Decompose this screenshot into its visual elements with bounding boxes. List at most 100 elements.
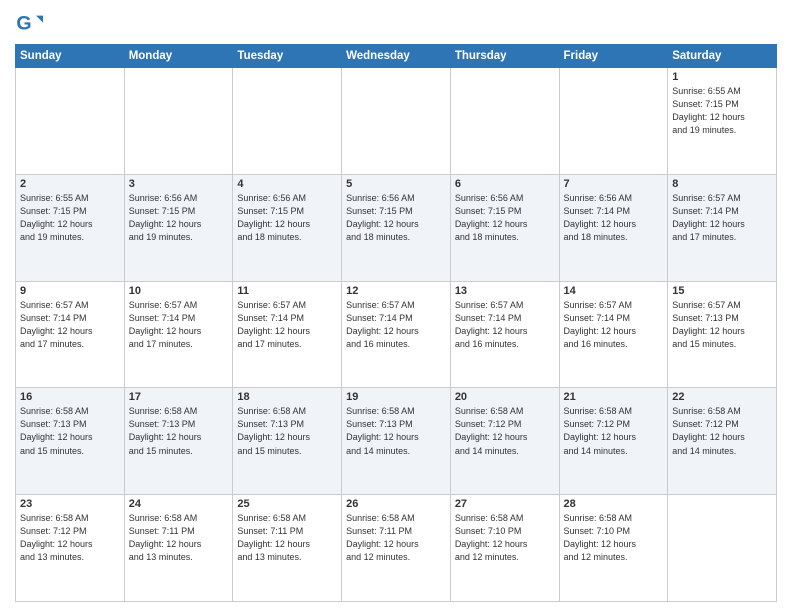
calendar-cell: 19 Sunrise: 6:58 AM Sunset: 7:13 PM Dayli… xyxy=(342,388,451,495)
day-info: Sunrise: 6:58 AM Sunset: 7:11 PM Dayligh… xyxy=(129,512,229,564)
day-info: Sunrise: 6:58 AM Sunset: 7:12 PM Dayligh… xyxy=(455,405,555,457)
day-info: Sunrise: 6:57 AM Sunset: 7:14 PM Dayligh… xyxy=(455,299,555,351)
calendar-cell: 1 Sunrise: 6:55 AM Sunset: 7:15 PM Daylig… xyxy=(668,68,777,175)
calendar-cell: 3 Sunrise: 6:56 AM Sunset: 7:15 PM Daylig… xyxy=(124,174,233,281)
calendar-cell: 6 Sunrise: 6:56 AM Sunset: 7:15 PM Daylig… xyxy=(450,174,559,281)
day-info: Sunrise: 6:56 AM Sunset: 7:14 PM Dayligh… xyxy=(564,192,664,244)
day-number: 8 xyxy=(672,178,772,190)
calendar-table: SundayMondayTuesdayWednesdayThursdayFrid… xyxy=(15,44,777,602)
day-info: Sunrise: 6:58 AM Sunset: 7:11 PM Dayligh… xyxy=(346,512,446,564)
day-number: 3 xyxy=(129,178,229,190)
calendar-week-row: 16 Sunrise: 6:58 AM Sunset: 7:13 PM Dayli… xyxy=(16,388,777,495)
calendar-cell: 10 Sunrise: 6:57 AM Sunset: 7:14 PM Dayli… xyxy=(124,281,233,388)
calendar-cell xyxy=(124,68,233,175)
calendar-cell: 18 Sunrise: 6:58 AM Sunset: 7:13 PM Dayli… xyxy=(233,388,342,495)
day-info: Sunrise: 6:58 AM Sunset: 7:12 PM Dayligh… xyxy=(564,405,664,457)
day-info: Sunrise: 6:58 AM Sunset: 7:13 PM Dayligh… xyxy=(129,405,229,457)
day-header-saturday: Saturday xyxy=(668,45,777,68)
day-header-sunday: Sunday xyxy=(16,45,125,68)
day-info: Sunrise: 6:56 AM Sunset: 7:15 PM Dayligh… xyxy=(346,192,446,244)
day-number: 13 xyxy=(455,285,555,297)
calendar-week-row: 1 Sunrise: 6:55 AM Sunset: 7:15 PM Daylig… xyxy=(16,68,777,175)
calendar-week-row: 23Sunrise: 6:58 AM Sunset: 7:12 PM Dayli… xyxy=(16,495,777,602)
day-number: 10 xyxy=(129,285,229,297)
day-info: Sunrise: 6:56 AM Sunset: 7:15 PM Dayligh… xyxy=(237,192,337,244)
calendar-cell: 2 Sunrise: 6:55 AM Sunset: 7:15 PM Daylig… xyxy=(16,174,125,281)
day-info: Sunrise: 6:56 AM Sunset: 7:15 PM Dayligh… xyxy=(455,192,555,244)
day-number: 11 xyxy=(237,285,337,297)
day-info: Sunrise: 6:57 AM Sunset: 7:13 PM Dayligh… xyxy=(672,299,772,351)
day-number: 27 xyxy=(455,498,555,510)
day-number: 5 xyxy=(346,178,446,190)
day-number: 6 xyxy=(455,178,555,190)
day-number: 2 xyxy=(20,178,120,190)
day-info: Sunrise: 6:58 AM Sunset: 7:10 PM Dayligh… xyxy=(564,512,664,564)
calendar-cell: 20 Sunrise: 6:58 AM Sunset: 7:12 PM Dayli… xyxy=(450,388,559,495)
day-header-thursday: Thursday xyxy=(450,45,559,68)
logo-icon: G xyxy=(15,10,43,38)
day-info: Sunrise: 6:58 AM Sunset: 7:12 PM Dayligh… xyxy=(672,405,772,457)
day-info: Sunrise: 6:58 AM Sunset: 7:10 PM Dayligh… xyxy=(455,512,555,564)
day-info: Sunrise: 6:57 AM Sunset: 7:14 PM Dayligh… xyxy=(564,299,664,351)
day-info: Sunrise: 6:58 AM Sunset: 7:13 PM Dayligh… xyxy=(346,405,446,457)
day-number: 25 xyxy=(237,498,337,510)
calendar-cell: 27 Sunrise: 6:58 AM Sunset: 7:10 PM Dayli… xyxy=(450,495,559,602)
day-header-friday: Friday xyxy=(559,45,668,68)
calendar-cell: 25 Sunrise: 6:58 AM Sunset: 7:11 PM Dayli… xyxy=(233,495,342,602)
calendar-cell: 15 Sunrise: 6:57 AM Sunset: 7:13 PM Dayli… xyxy=(668,281,777,388)
calendar-cell xyxy=(16,68,125,175)
day-number: 17 xyxy=(129,391,229,403)
day-info: Sunrise: 6:57 AM Sunset: 7:14 PM Dayligh… xyxy=(672,192,772,244)
day-number: 14 xyxy=(564,285,664,297)
logo: G xyxy=(15,10,45,38)
day-info: Sunrise: 6:57 AM Sunset: 7:14 PM Dayligh… xyxy=(20,299,120,351)
day-number: 19 xyxy=(346,391,446,403)
calendar-cell xyxy=(233,68,342,175)
day-info: Sunrise: 6:58 AM Sunset: 7:13 PM Dayligh… xyxy=(237,405,337,457)
day-info: Sunrise: 6:57 AM Sunset: 7:14 PM Dayligh… xyxy=(129,299,229,351)
calendar-cell xyxy=(668,495,777,602)
calendar-cell: 5 Sunrise: 6:56 AM Sunset: 7:15 PM Daylig… xyxy=(342,174,451,281)
svg-text:G: G xyxy=(16,13,31,35)
day-header-wednesday: Wednesday xyxy=(342,45,451,68)
day-number: 28 xyxy=(564,498,664,510)
day-number: 24 xyxy=(129,498,229,510)
calendar-cell: 17 Sunrise: 6:58 AM Sunset: 7:13 PM Dayli… xyxy=(124,388,233,495)
day-number: 12 xyxy=(346,285,446,297)
day-number: 7 xyxy=(564,178,664,190)
header: G xyxy=(15,10,777,38)
day-header-monday: Monday xyxy=(124,45,233,68)
calendar-cell: 21 Sunrise: 6:58 AM Sunset: 7:12 PM Dayli… xyxy=(559,388,668,495)
calendar-cell: 13 Sunrise: 6:57 AM Sunset: 7:14 PM Dayli… xyxy=(450,281,559,388)
calendar-cell xyxy=(342,68,451,175)
day-number: 20 xyxy=(455,391,555,403)
day-info: Sunrise: 6:57 AM Sunset: 7:14 PM Dayligh… xyxy=(346,299,446,351)
calendar-cell xyxy=(450,68,559,175)
calendar-cell: 28 Sunrise: 6:58 AM Sunset: 7:10 PM Dayli… xyxy=(559,495,668,602)
day-info: Sunrise: 6:58 AM Sunset: 7:11 PM Dayligh… xyxy=(237,512,337,564)
calendar-cell: 11 Sunrise: 6:57 AM Sunset: 7:14 PM Dayli… xyxy=(233,281,342,388)
day-info: Sunrise: 6:55 AM Sunset: 7:15 PM Dayligh… xyxy=(672,85,772,137)
day-info: Sunrise: 6:58 AM Sunset: 7:13 PM Dayligh… xyxy=(20,405,120,457)
calendar-cell: 8 Sunrise: 6:57 AM Sunset: 7:14 PM Daylig… xyxy=(668,174,777,281)
calendar-week-row: 9Sunrise: 6:57 AM Sunset: 7:14 PM Daylig… xyxy=(16,281,777,388)
day-number: 18 xyxy=(237,391,337,403)
day-header-tuesday: Tuesday xyxy=(233,45,342,68)
calendar-cell: 9Sunrise: 6:57 AM Sunset: 7:14 PM Daylig… xyxy=(16,281,125,388)
calendar-cell: 14 Sunrise: 6:57 AM Sunset: 7:14 PM Dayli… xyxy=(559,281,668,388)
day-number: 15 xyxy=(672,285,772,297)
day-number: 21 xyxy=(564,391,664,403)
day-info: Sunrise: 6:56 AM Sunset: 7:15 PM Dayligh… xyxy=(129,192,229,244)
day-number: 1 xyxy=(672,71,772,83)
day-number: 22 xyxy=(672,391,772,403)
day-number: 23 xyxy=(20,498,120,510)
calendar-cell: 23Sunrise: 6:58 AM Sunset: 7:12 PM Dayli… xyxy=(16,495,125,602)
calendar-cell xyxy=(559,68,668,175)
calendar-cell: 16 Sunrise: 6:58 AM Sunset: 7:13 PM Dayli… xyxy=(16,388,125,495)
day-number: 26 xyxy=(346,498,446,510)
day-info: Sunrise: 6:55 AM Sunset: 7:15 PM Dayligh… xyxy=(20,192,120,244)
calendar-cell: 22 Sunrise: 6:58 AM Sunset: 7:12 PM Dayli… xyxy=(668,388,777,495)
day-number: 16 xyxy=(20,391,120,403)
day-info: Sunrise: 6:57 AM Sunset: 7:14 PM Dayligh… xyxy=(237,299,337,351)
page: G SundayMondayTuesdayWednesdayThursdayFr… xyxy=(0,0,792,612)
